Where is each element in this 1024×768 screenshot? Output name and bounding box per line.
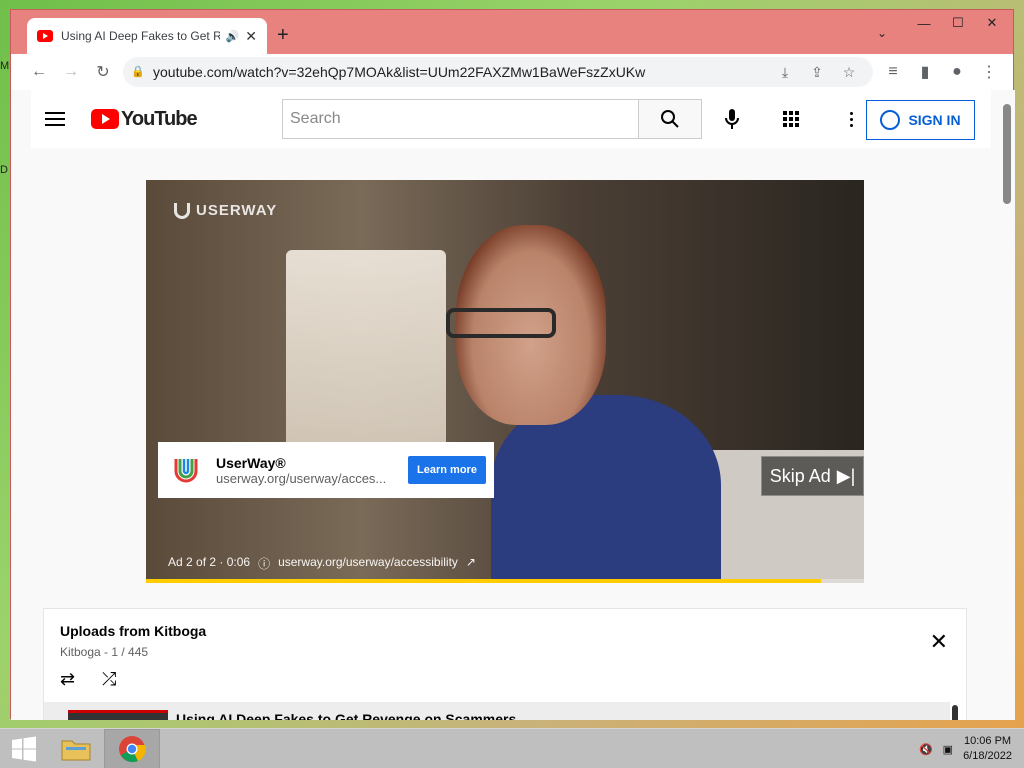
start-button[interactable]: [0, 729, 48, 768]
youtube-header: YouTube Search SIGN IN: [31, 90, 991, 148]
playlist-item[interactable]: Using AI Deep Fakes to Get Revenge on Sc…: [44, 702, 950, 720]
sign-in-button[interactable]: SIGN IN: [866, 100, 975, 140]
ad-info-bar: Ad 2 of 2 · 0:06 ⓘ userway.org/userway/a…: [168, 555, 476, 572]
share-icon[interactable]: ⇪: [801, 64, 833, 81]
playlist-subtitle: Kitboga - 1 / 445: [60, 645, 149, 659]
ad-counter: Ad 2 of 2 · 0:06: [168, 555, 251, 569]
external-link-icon: ↗: [465, 555, 476, 569]
chrome-icon: [119, 735, 146, 762]
search-button[interactable]: [638, 99, 702, 139]
reload-icon[interactable]: ↻: [87, 56, 119, 88]
account-icon: [880, 110, 901, 130]
hamburger-menu-icon[interactable]: [45, 112, 65, 126]
windows-logo-icon: [12, 736, 36, 761]
chrome-taskbar-button[interactable]: [104, 728, 160, 768]
youtube-logo[interactable]: YouTube: [91, 107, 198, 131]
clock[interactable]: 10:06 PM 6/18/2022: [963, 734, 1012, 764]
address-bar[interactable]: 🔒 youtube.com/watch?v=32ehQp7MOAk&list=U…: [123, 57, 873, 87]
playlist-close-icon[interactable]: ✕: [930, 629, 948, 655]
search-input[interactable]: Search: [282, 99, 639, 139]
clock-time: 10:06 PM: [963, 735, 1012, 747]
video-frame-glasses: [446, 308, 556, 338]
url-text[interactable]: youtube.com/watch?v=32ehQp7MOAk&list=UUm…: [153, 64, 769, 80]
youtube-favicon-icon: [37, 30, 53, 42]
apps-grid-icon[interactable]: [771, 99, 811, 139]
side-panel-icon[interactable]: ▮: [909, 56, 941, 88]
install-icon[interactable]: ⤓: [769, 64, 801, 81]
userway-watermark-icon: [174, 202, 190, 219]
lock-icon: 🔒: [131, 66, 145, 78]
tab-strip: Using AI Deep Fakes to Get R 🔊 ✕ + ⌄ — ☐…: [11, 10, 1013, 54]
system-tray: 🔇 ▣ 10:06 PM 6/18/2022: [919, 729, 1024, 768]
bookmark-star-icon[interactable]: ☆: [833, 64, 865, 81]
folder-icon: [61, 740, 91, 760]
video-frame-lamp: [286, 250, 446, 460]
playlist-item-title: Using AI Deep Fakes to Get Revenge on Sc…: [176, 711, 517, 720]
new-tab-button[interactable]: +: [277, 24, 289, 47]
page-viewport: YouTube Search SIGN IN USERWAY UserWay® …: [11, 90, 1015, 720]
userway-logo-icon: [166, 450, 206, 490]
playlist-item-thumbnail: [68, 710, 168, 720]
shuffle-icon[interactable]: ⤮: [102, 669, 116, 690]
playlist-panel: Uploads from Kitboga Kitboga - 1 / 445 ✕…: [43, 608, 967, 720]
tab-close-icon[interactable]: ✕: [245, 28, 257, 45]
browser-window: Using AI Deep Fakes to Get R 🔊 ✕ + ⌄ — ☐…: [10, 9, 1015, 720]
playlist-title[interactable]: Uploads from Kitboga: [60, 623, 206, 639]
profile-icon[interactable]: ●: [941, 56, 973, 88]
taskbar: 🔇 ▣ 10:06 PM 6/18/2022: [0, 728, 1024, 768]
forward-icon[interactable]: →: [55, 56, 87, 88]
back-icon[interactable]: ←: [23, 56, 55, 88]
microphone-icon: [725, 109, 739, 129]
ad-progress-bar: [146, 579, 864, 583]
skip-ad-button[interactable]: Skip Ad ▶|: [761, 456, 864, 496]
search-icon: [661, 110, 679, 128]
video-player[interactable]: USERWAY UserWay® userway.org/userway/acc…: [146, 180, 864, 583]
advertiser-watermark: USERWAY: [174, 202, 277, 219]
close-button[interactable]: ✕: [975, 12, 1009, 34]
desktop-label-d: D: [0, 164, 8, 176]
youtube-logo-text: YouTube: [121, 107, 198, 130]
tab-title: Using AI Deep Fakes to Get R: [61, 29, 220, 43]
skip-ad-label: Skip Ad: [769, 465, 831, 486]
volume-muted-icon[interactable]: 🔇: [919, 743, 933, 756]
learn-more-button[interactable]: Learn more: [408, 456, 486, 484]
ad-progress-fill: [146, 579, 821, 583]
ad-url[interactable]: userway.org/userway/acces...: [216, 471, 408, 486]
browser-tab[interactable]: Using AI Deep Fakes to Get R 🔊 ✕: [27, 18, 267, 54]
settings-more-icon[interactable]: [831, 99, 871, 139]
reading-list-icon[interactable]: ≡: [877, 56, 909, 88]
page-scrollbar[interactable]: [1003, 104, 1011, 204]
ad-card[interactable]: UserWay® userway.org/userway/acces... Le…: [158, 442, 494, 498]
playlist-scrollbar[interactable]: [952, 705, 958, 720]
file-explorer-taskbar-button[interactable]: [48, 729, 104, 768]
tab-search-icon[interactable]: ⌄: [877, 26, 887, 40]
minimize-button[interactable]: —: [907, 12, 941, 34]
desktop-label-m: M: [0, 60, 10, 72]
watermark-text: USERWAY: [196, 202, 278, 219]
browser-menu-icon[interactable]: ⋮: [973, 56, 1005, 88]
ad-advertiser-name: UserWay®: [216, 454, 286, 471]
skip-next-icon: ▶|: [836, 465, 856, 486]
browser-toolbar: ← → ↻ 🔒 youtube.com/watch?v=32ehQp7MOAk&…: [11, 54, 1013, 90]
ad-link[interactable]: userway.org/userway/accessibility: [278, 555, 458, 572]
speaker-icon[interactable]: 🔊: [226, 30, 240, 43]
youtube-play-icon: [91, 109, 119, 129]
clock-date: 6/18/2022: [963, 750, 1012, 762]
window-controls: — ☐ ✕: [907, 12, 1009, 34]
voice-search-button[interactable]: [712, 99, 752, 139]
maximize-button[interactable]: ☐: [941, 12, 975, 34]
info-icon[interactable]: ⓘ: [258, 555, 270, 572]
network-icon[interactable]: ▣: [943, 743, 953, 756]
sign-in-label: SIGN IN: [908, 112, 961, 128]
loop-icon[interactable]: ⇄: [60, 669, 75, 690]
